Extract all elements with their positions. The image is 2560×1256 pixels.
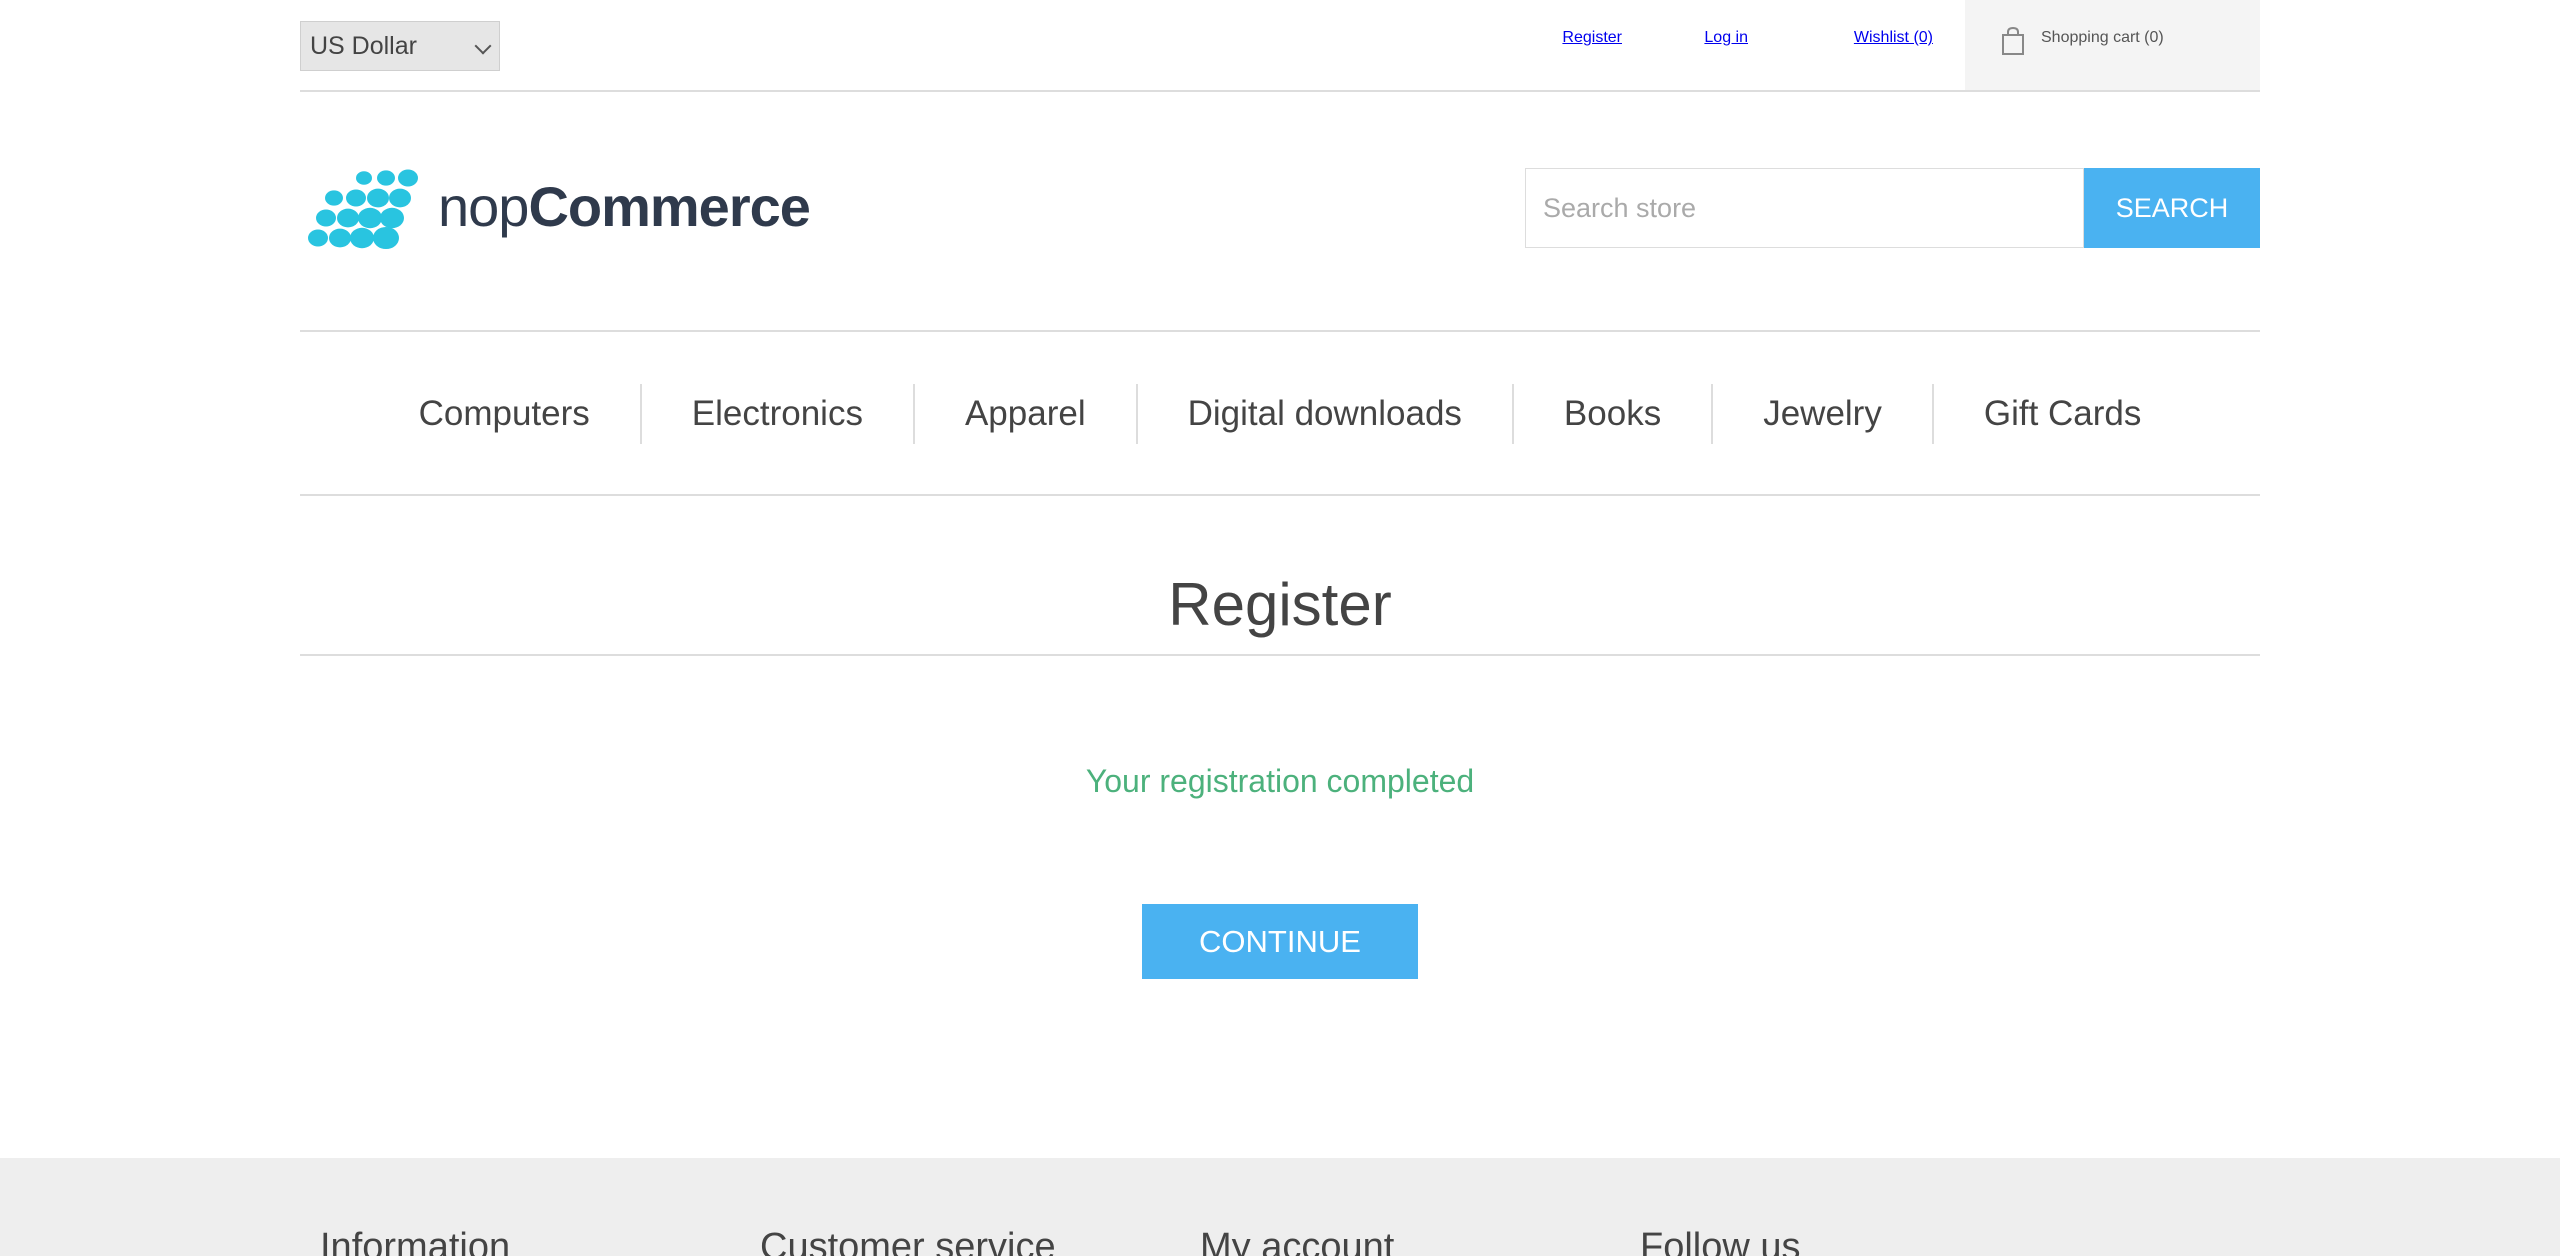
top-menu: Computers Electronics Apparel Digital do… [300, 334, 2260, 496]
footer-title-information: Information [320, 1226, 511, 1256]
menu-item-gift-cards[interactable]: Gift Cards [1931, 384, 2192, 444]
page-title-section: Register [300, 560, 2260, 656]
logo-dots-icon [308, 169, 418, 250]
logo-dot [329, 228, 351, 248]
currency-selector-value: US Dollar [310, 32, 417, 60]
logo-dot [373, 226, 399, 250]
menu-item-digital-downloads[interactable]: Digital downloads [1135, 384, 1512, 444]
currency-selector[interactable]: US Dollar [300, 21, 500, 71]
registration-result-message: Your registration completed [1085, 763, 1475, 799]
menu-item-jewelry[interactable]: Jewelry [1711, 384, 1932, 444]
shopping-cart-label: Shopping cart (0) [2041, 29, 2164, 46]
header-main: nopCommerce Search store SEARCH [300, 92, 2260, 332]
shopping-bag-icon [2002, 26, 2024, 55]
menu-item-computers[interactable]: Computers [369, 384, 640, 444]
chevron-down-icon [474, 37, 492, 55]
header-links-bar: US Dollar Register Log in Wishlist (0) S… [300, 0, 2260, 92]
logo-dot [316, 209, 336, 227]
logo-dot [380, 207, 404, 229]
category-menu: Computers Electronics Apparel Digital do… [300, 384, 2260, 444]
login-link[interactable]: Log in [1704, 29, 1748, 47]
logo-dot [356, 171, 372, 185]
logo-dot [358, 207, 382, 229]
wishlist-link[interactable]: Wishlist (0) [1854, 29, 1933, 47]
logo-dot [308, 229, 328, 247]
logo-dot [337, 208, 359, 228]
store-logo[interactable]: nopCommerce [304, 166, 811, 256]
footer-title-follow-us: Follow us [1640, 1226, 1801, 1256]
logo-dot [389, 188, 411, 208]
logo-dot [367, 188, 389, 208]
search-input[interactable]: Search store [1525, 168, 2084, 248]
menu-item-apparel[interactable]: Apparel [912, 384, 1136, 444]
logo-dot [377, 170, 395, 186]
footer: Information Customer service My account … [0, 1158, 2560, 1256]
search-button[interactable]: SEARCH [2084, 168, 2260, 248]
logo-dot [398, 169, 418, 187]
menu-item-electronics[interactable]: Electronics [639, 384, 913, 444]
page-title: Register [1168, 571, 1392, 638]
logo-dot [350, 227, 374, 249]
continue-button[interactable]: CONTINUE [1142, 904, 1418, 979]
logo-text: nopCommerce [438, 175, 811, 238]
register-link[interactable]: Register [1562, 29, 1622, 47]
footer-title-my-account: My account [1200, 1226, 1395, 1256]
footer-title-customer-service: Customer service [760, 1226, 1056, 1256]
logo-dot [346, 189, 366, 207]
menu-item-books[interactable]: Books [1511, 384, 1711, 444]
shopping-cart-link[interactable]: Shopping cart (0) [1965, 0, 2260, 90]
logo-dot [325, 190, 343, 206]
